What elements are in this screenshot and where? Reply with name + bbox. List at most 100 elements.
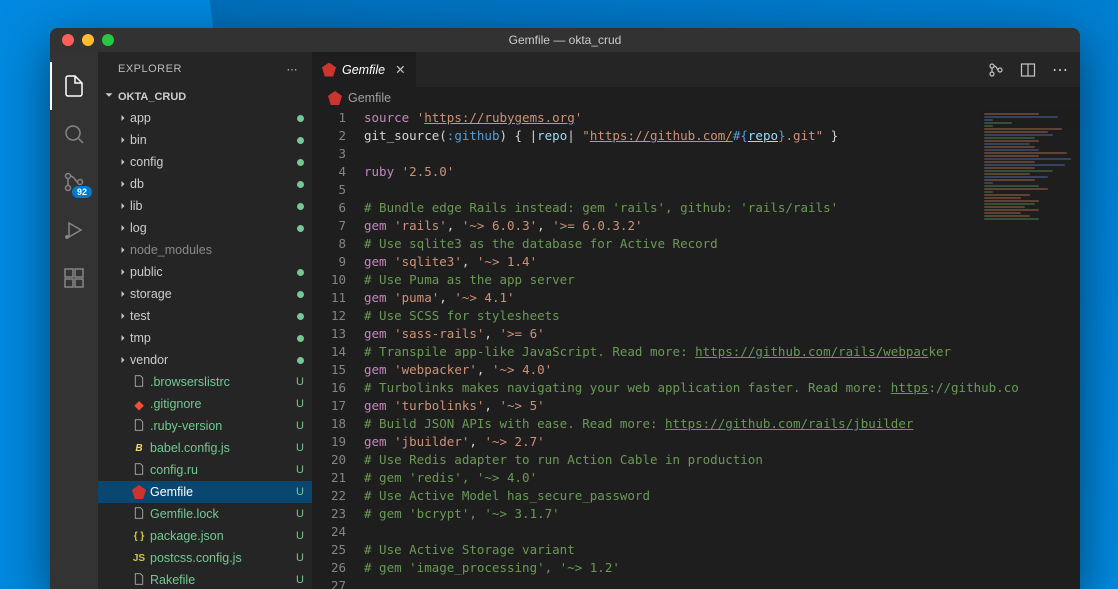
minimize-window-icon[interactable] (82, 34, 94, 46)
folder-log[interactable]: log (98, 217, 312, 239)
code-line[interactable]: source 'https://rubygems.org' (364, 109, 1080, 127)
ruby-icon (328, 91, 342, 105)
tab-label: Gemfile (342, 63, 385, 77)
file-gemfile-lock[interactable]: Gemfile.lockU (98, 503, 312, 525)
code-line[interactable]: # Bundle edge Rails instead: gem 'rails'… (364, 199, 1080, 217)
titlebar[interactable]: Gemfile — okta_crud (50, 28, 1080, 52)
tree-item-label: public (130, 265, 293, 279)
folder-bin[interactable]: bin (98, 129, 312, 151)
code-line[interactable]: # Turbolinks makes navigating your web a… (364, 379, 1080, 397)
code-line[interactable]: # Use sqlite3 as the database for Active… (364, 235, 1080, 253)
folder-public[interactable]: public (98, 261, 312, 283)
code-line[interactable]: # Use Puma as the app server (364, 271, 1080, 289)
folder-vendor[interactable]: vendor (98, 349, 312, 371)
folder-app[interactable]: app (98, 107, 312, 129)
code-line[interactable]: # Build JSON APIs with ease. Read more: … (364, 415, 1080, 433)
activity-extensions[interactable] (50, 254, 98, 302)
code-line[interactable]: # gem 'image_processing', '~> 1.2' (364, 559, 1080, 577)
code-line[interactable] (364, 523, 1080, 541)
line-number: 8 (312, 235, 346, 253)
code-line[interactable]: gem 'rails', '~> 6.0.3', '>= 6.0.3.2' (364, 217, 1080, 235)
code-line[interactable]: gem 'puma', '~> 4.1' (364, 289, 1080, 307)
code-line[interactable] (364, 181, 1080, 199)
line-number: 2 (312, 127, 346, 145)
code-content[interactable]: source 'https://rubygems.org'git_source(… (364, 109, 1080, 589)
file-babel-config-js[interactable]: Bbabel.config.jsU (98, 437, 312, 459)
compare-icon[interactable] (988, 62, 1004, 78)
code-line[interactable]: # Use Active Storage variant (364, 541, 1080, 559)
git-status-untracked: U (296, 574, 304, 586)
file--browserslistrc[interactable]: .browserslistrc U (98, 371, 312, 393)
file--gitignore[interactable]: ◆.gitignoreU (98, 393, 312, 415)
line-number: 5 (312, 181, 346, 199)
folder-node-modules[interactable]: node_modules (98, 239, 312, 261)
code-line[interactable]: gem 'sass-rails', '>= 6' (364, 325, 1080, 343)
close-window-icon[interactable] (62, 34, 74, 46)
git-modified-dot (297, 159, 304, 166)
sidebar-more-icon[interactable]: ⋯ (287, 63, 299, 76)
code-line[interactable]: gem 'turbolinks', '~> 5' (364, 397, 1080, 415)
activity-source-control[interactable]: 92 (50, 158, 98, 206)
breadcrumb[interactable]: Gemfile (312, 87, 1080, 109)
file-icon (133, 375, 145, 390)
activity-explorer[interactable] (50, 62, 98, 110)
tree-item-label: db (130, 177, 293, 191)
activity-search[interactable] (50, 110, 98, 158)
line-number: 11 (312, 289, 346, 307)
close-tab-icon[interactable]: ✕ (395, 62, 405, 77)
code-line[interactable]: # Use Redis adapter to run Action Cable … (364, 451, 1080, 469)
chevron-right-icon (116, 310, 130, 322)
more-actions-icon[interactable]: ⋯ (1052, 60, 1068, 80)
git-modified-dot (297, 203, 304, 210)
code-line[interactable]: # Use SCSS for stylesheets (364, 307, 1080, 325)
chevron-right-icon (116, 222, 130, 234)
split-editor-icon[interactable] (1020, 62, 1036, 78)
vscode-window: Gemfile — okta_crud 92 EXPLO (50, 28, 1080, 589)
code-line[interactable] (364, 145, 1080, 163)
tree-item-label: test (130, 309, 293, 323)
folder-storage[interactable]: storage (98, 283, 312, 305)
file-package-json[interactable]: { }package.jsonU (98, 525, 312, 547)
line-number: 14 (312, 343, 346, 361)
tree-item-label: .browserslistrc (150, 375, 292, 389)
chevron-right-icon (116, 178, 130, 190)
editor-tab-gemfile[interactable]: Gemfile ✕ (312, 52, 417, 87)
activity-debug[interactable] (50, 206, 98, 254)
folder-test[interactable]: test (98, 305, 312, 327)
project-header[interactable]: OKTA_CRUD (98, 86, 312, 107)
line-number: 19 (312, 433, 346, 451)
maximize-window-icon[interactable] (102, 34, 114, 46)
code-line[interactable]: git_source(:github) { |repo| "https://gi… (364, 127, 1080, 145)
traffic-lights (50, 34, 114, 46)
git-modified-dot (297, 225, 304, 232)
folder-lib[interactable]: lib (98, 195, 312, 217)
minimap[interactable] (980, 109, 1080, 329)
code-area[interactable]: 1234567891011121314151617181920212223242… (312, 109, 1080, 589)
js-icon: JS (133, 553, 145, 564)
file--ruby-version[interactable]: .ruby-versionU (98, 415, 312, 437)
line-number: 3 (312, 145, 346, 163)
file-config-ru[interactable]: config.ruU (98, 459, 312, 481)
code-line[interactable]: # Use Active Model has_secure_password (364, 487, 1080, 505)
file-postcss-config-js[interactable]: JSpostcss.config.jsU (98, 547, 312, 569)
code-line[interactable]: gem 'jbuilder', '~> 2.7' (364, 433, 1080, 451)
chevron-right-icon (116, 112, 130, 124)
code-line[interactable]: # Transpile app-like JavaScript. Read mo… (364, 343, 1080, 361)
file-rakefile[interactable]: RakefileU (98, 569, 312, 589)
folder-db[interactable]: db (98, 173, 312, 195)
chevron-right-icon (116, 134, 130, 146)
code-line[interactable]: ruby '2.5.0' (364, 163, 1080, 181)
code-line[interactable]: # gem 'redis', '~> 4.0' (364, 469, 1080, 487)
git-status-untracked: U (296, 376, 304, 388)
chevron-right-icon (116, 156, 130, 168)
code-line[interactable] (364, 577, 1080, 589)
code-line[interactable]: gem 'webpacker', '~> 4.0' (364, 361, 1080, 379)
code-line[interactable]: # gem 'bcrypt', '~> 3.1.7' (364, 505, 1080, 523)
code-line[interactable]: gem 'sqlite3', '~> 1.4' (364, 253, 1080, 271)
folder-tmp[interactable]: tmp (98, 327, 312, 349)
file-gemfile[interactable]: GemfileU (98, 481, 312, 503)
git-status-untracked: U (296, 552, 304, 564)
line-number: 25 (312, 541, 346, 559)
chevron-right-icon (116, 332, 130, 344)
folder-config[interactable]: config (98, 151, 312, 173)
